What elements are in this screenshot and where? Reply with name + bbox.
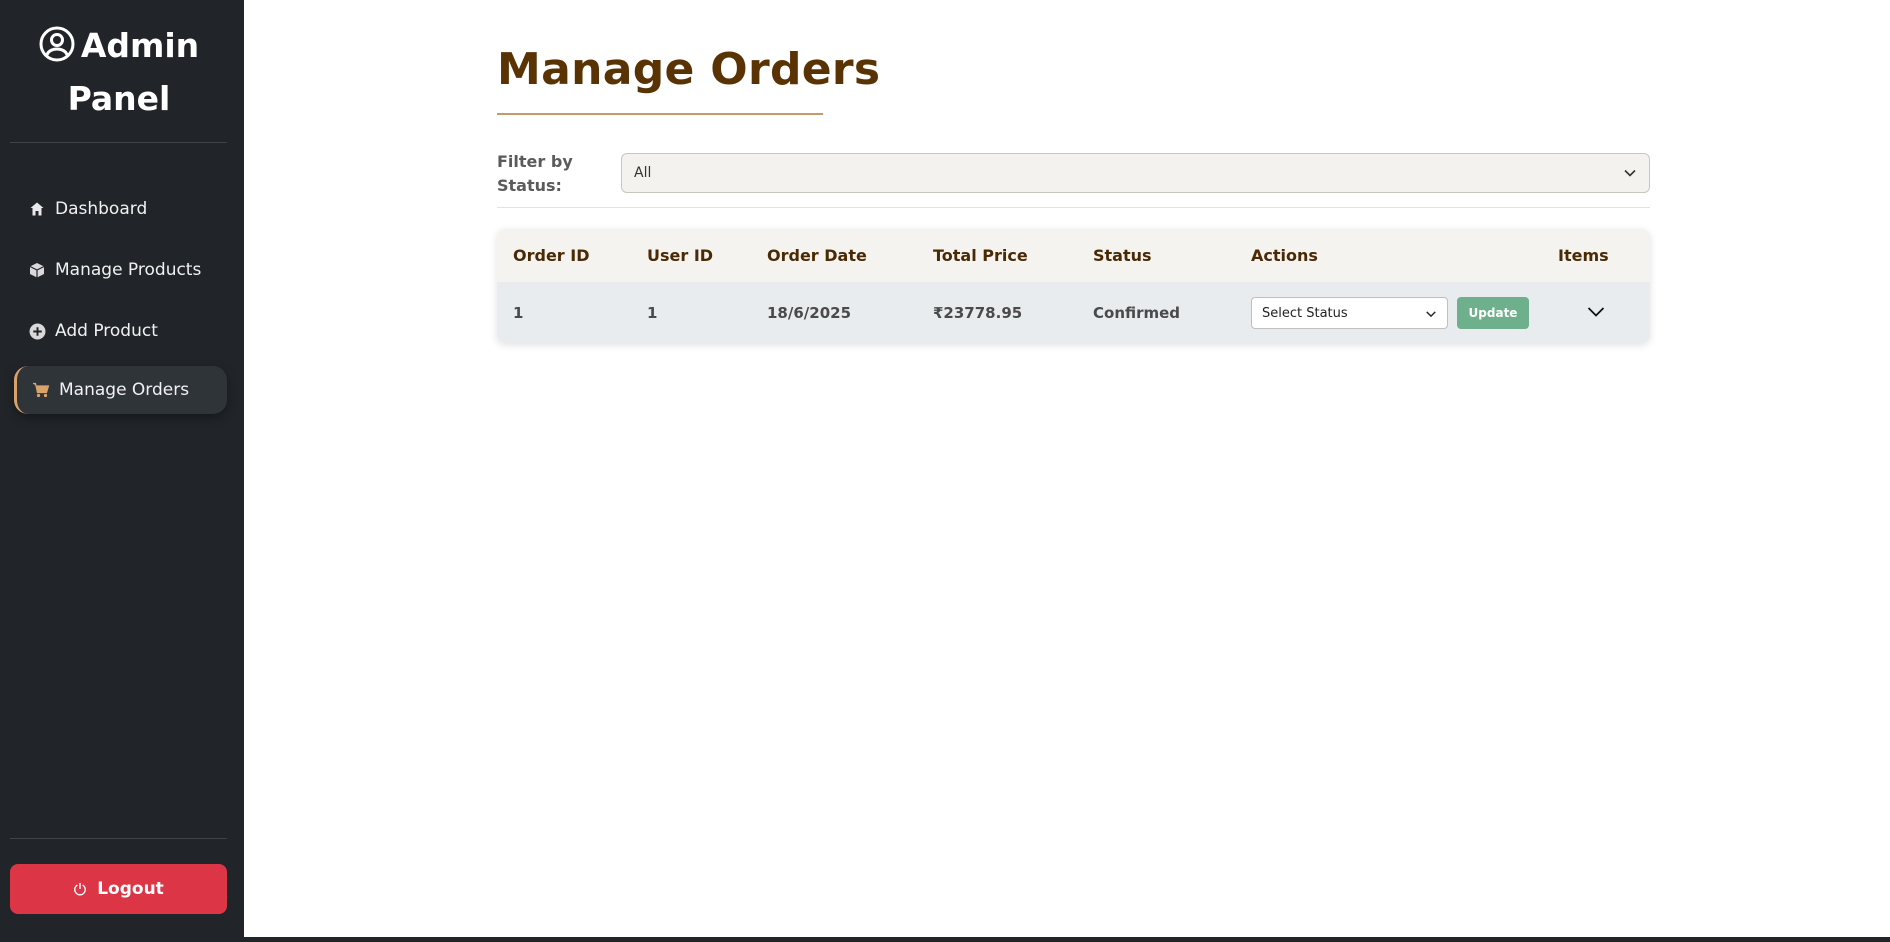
sidebar-item-manage-orders[interactable]: Manage Orders — [14, 366, 227, 414]
filter-label: Filter by Status: — [497, 152, 573, 195]
table-header: Order ID User ID Order Date Total Price … — [497, 229, 1650, 282]
cart-icon — [30, 382, 52, 398]
items-expand-button[interactable] — [1542, 282, 1650, 343]
status-cell: Confirmed — [1093, 303, 1181, 322]
chevron-down-icon — [1587, 304, 1605, 322]
column-header-user-id[interactable]: User ID — [647, 246, 713, 265]
plus-circle-icon — [26, 323, 48, 340]
sidebar-item-label: Manage Products — [55, 260, 202, 280]
order-date-cell: 18/6/2025 — [767, 303, 852, 322]
chevron-down-icon — [1425, 308, 1437, 324]
logout-label: Logout — [97, 879, 164, 899]
page-title: Manage Orders — [497, 44, 881, 95]
box-icon — [26, 262, 48, 278]
order-id-cell: 1 — [513, 303, 524, 322]
sidebar: Admin Panel Dashboard Manage Products Ad… — [0, 0, 244, 942]
brand-line1-row: Admin — [0, 22, 238, 75]
sidebar-divider-top — [10, 142, 227, 143]
power-icon — [73, 882, 87, 896]
brand-title-line2: Panel — [67, 79, 171, 118]
sidebar-item-dashboard[interactable]: Dashboard — [14, 185, 227, 233]
total-price-cell: ₹23778.95 — [933, 303, 1023, 322]
logout-button[interactable]: Logout — [10, 864, 227, 914]
column-header-total-price[interactable]: Total Price — [933, 246, 1028, 265]
table-row: 1 1 18/6/2025 ₹23778.95 Confirmed Select… — [497, 282, 1650, 343]
column-header-actions: Actions — [1251, 246, 1318, 265]
home-icon — [26, 201, 48, 217]
sidebar-divider-bottom — [10, 838, 227, 839]
status-filter-value: All — [634, 165, 652, 181]
row-status-select[interactable]: Select Status — [1251, 297, 1448, 329]
filter-separator — [497, 207, 1650, 208]
sidebar-item-add-product[interactable]: Add Product — [14, 307, 227, 355]
brand-title-line1: Admin — [80, 26, 200, 65]
sidebar-item-manage-products[interactable]: Manage Products — [14, 246, 227, 294]
app-root: Admin Panel Dashboard Manage Products Ad… — [0, 0, 1890, 942]
row-status-select-value: Select Status — [1262, 305, 1348, 321]
column-header-items: Items — [1558, 246, 1609, 265]
bottom-bar — [0, 937, 1890, 942]
user-id-cell: 1 — [647, 303, 658, 322]
user-circle-icon — [39, 26, 75, 75]
chevron-down-icon — [1623, 166, 1637, 184]
title-underline — [497, 113, 823, 115]
brand: Admin Panel — [0, 22, 238, 123]
column-header-order-date[interactable]: Order Date — [767, 246, 867, 265]
sidebar-item-label: Add Product — [55, 321, 158, 341]
sidebar-item-label: Manage Orders — [59, 380, 190, 400]
update-button[interactable]: Update — [1457, 297, 1529, 329]
orders-table: Order ID User ID Order Date Total Price … — [497, 229, 1650, 343]
sidebar-item-label: Dashboard — [55, 199, 148, 219]
column-header-order-id[interactable]: Order ID — [513, 246, 590, 265]
column-header-status[interactable]: Status — [1093, 246, 1152, 265]
status-filter-select[interactable]: All — [621, 153, 1650, 193]
